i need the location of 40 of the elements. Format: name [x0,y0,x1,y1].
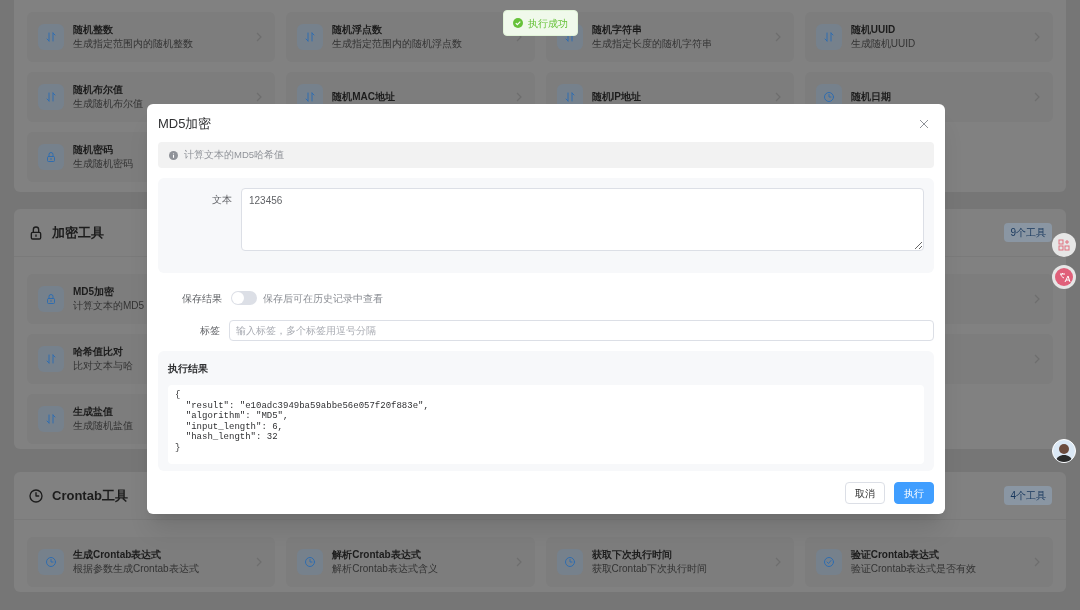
field-label: 保存结果 [181,291,223,306]
tool-title: MD5加密 [73,286,115,298]
tool-title: 验证Crontab表达式 [850,549,940,561]
tool-title: 随机字符串 [591,24,642,36]
tool-title: 获取下次执行时间 [591,549,672,561]
tool-title: 随机日期 [850,91,891,103]
tool-title: 随机密码 [73,144,113,156]
tool-count-badge: 4个工具 [1004,486,1052,505]
tool-description: 生成随机密码 [73,158,133,170]
tool-count-badge: 9个工具 [1004,223,1052,242]
field-label: 标签 [199,323,221,338]
tool-description: 生成指定长度的随机字符串 [591,38,712,50]
tool-description: 生成指定范围内的随机浮点数 [332,38,463,50]
tool-title: 随机整数 [73,24,113,36]
tool-title: 随机MAC地址 [332,91,396,103]
tool-description: 生成随机UUID [850,38,916,50]
tool-description: 比对文本与哈 [73,360,133,372]
tool-description: 验证Crontab表达式是否有效 [850,563,977,575]
tool-title: 随机IP地址 [591,91,641,103]
tool-title: 生成盐值 [73,406,113,418]
field-label: 文本 [211,193,233,207]
tool-description: 生成随机盐值 [73,420,133,432]
tool-description: 解析Crontab表达式含义 [332,563,438,575]
tool-description: 获取Crontab下次执行时间 [591,563,708,575]
section-title: 加密工具 [52,223,104,242]
tool-description: 生成指定范围内的随机整数 [73,38,193,50]
result-title: 执行结果 [168,362,209,376]
tool-title: 随机浮点数 [332,24,383,36]
tool-description: 计算文本的MD5 [73,300,145,312]
info-text: 计算文本的MD5哈希值 [184,147,285,162]
tool-title: 生成Crontab表达式 [73,549,162,561]
tool-description: 生成随机布尔值 [73,98,143,110]
tool-title: 随机布尔值 [73,84,123,96]
section-title: Crontab工具 [52,486,128,505]
switch-hint: 保存后可在历史记录中查看 [263,291,383,306]
tool-title: 解析Crontab表达式 [332,549,421,561]
tool-title: 随机UUID [850,24,896,36]
result-code: { "result": "e10adc3949ba59abbe56e057f20f883e", "algorithm": "MD5", "input_length": 6, "hash_length": 32 } [168,385,924,464]
tool-title: 哈希值比对 [73,346,123,358]
tool-description: 根据参数生成Crontab表达式 [73,563,199,575]
